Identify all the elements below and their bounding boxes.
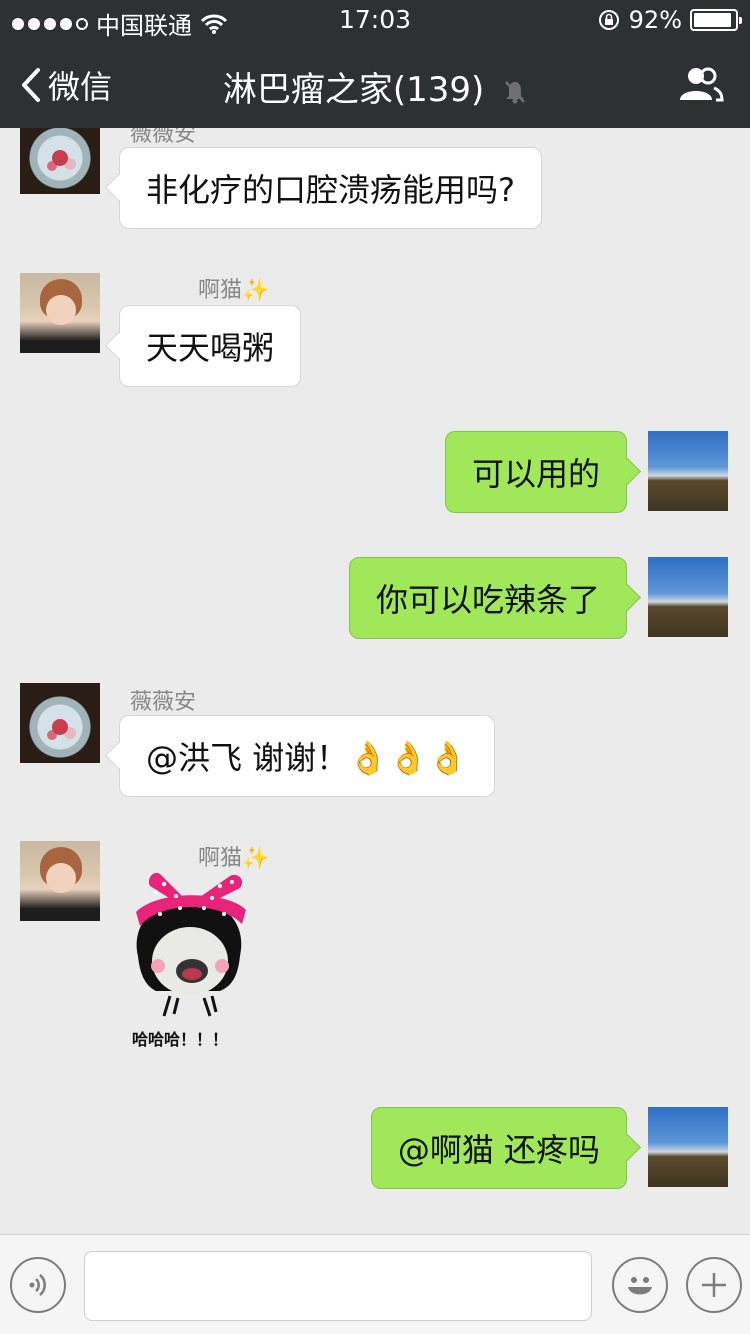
chat-area[interactable]: 薇薇安 非化疗的口腔溃疡能用吗? 啊猫✨ 天天喝粥 可以用的 你可以吃辣条了 薇… [0,128,750,1234]
message-text: 可以用的 [471,455,600,493]
emoji-button[interactable] [612,1257,668,1313]
avatar[interactable] [20,841,100,921]
more-functions-button[interactable] [686,1257,742,1313]
message-bubble[interactable]: @洪飞 谢谢！👌👌👌 [119,715,495,797]
mute-bell-icon [505,80,526,103]
message-bubble[interactable]: 可以用的 [444,431,627,513]
message-bubble[interactable]: 非化疗的口腔溃疡能用吗? [119,147,542,229]
message-bubble[interactable]: 你可以吃辣条了 [348,557,627,639]
sender-name: 薇薇安 [130,690,197,715]
battery-icon [690,9,742,31]
sender-name: 啊猫✨ [198,278,270,303]
avatar[interactable] [648,1107,728,1187]
message-text: 天天喝粥 [146,329,275,367]
smiley-icon [628,1277,652,1295]
message-text: @洪飞 谢谢！👌👌👌 [146,739,468,777]
chat-title: 淋巴瘤之家(139) [0,62,750,111]
battery-fill [694,13,731,27]
orientation-lock-icon [598,10,619,30]
message-text: 非化疗的口腔溃疡能用吗? [146,171,515,209]
avatar[interactable] [20,273,100,353]
avatar[interactable] [20,683,100,763]
avatar[interactable] [20,128,100,194]
battery-percent: 92% [628,6,682,34]
voice-input-button[interactable] [10,1257,66,1313]
chat-title-text: 淋巴瘤之家(139) [222,70,485,110]
message-text: 你可以吃辣条了 [375,581,600,619]
top-bar: 中国联通 17:03 92% 微信 淋巴瘤之家(139) [0,0,750,128]
sticker-caption: 哈哈哈！！！ [132,1030,229,1049]
avatar[interactable] [648,431,728,511]
message-bubble[interactable]: @啊猫 还疼吗 [370,1107,627,1189]
avatar[interactable] [648,557,728,637]
message-bubble[interactable]: 天天喝粥 [119,305,302,387]
sender-name: 薇薇安 [130,128,197,147]
status-bar: 中国联通 17:03 92% [0,0,750,40]
message-input[interactable] [84,1251,592,1321]
message-text: @啊猫 还疼吗 [397,1131,600,1169]
group-members-icon[interactable] [676,66,724,102]
plus-icon [702,1273,726,1297]
input-toolbar [0,1234,750,1334]
nav-bar: 微信 淋巴瘤之家(139) [0,40,750,128]
voice-icon [29,1274,46,1296]
